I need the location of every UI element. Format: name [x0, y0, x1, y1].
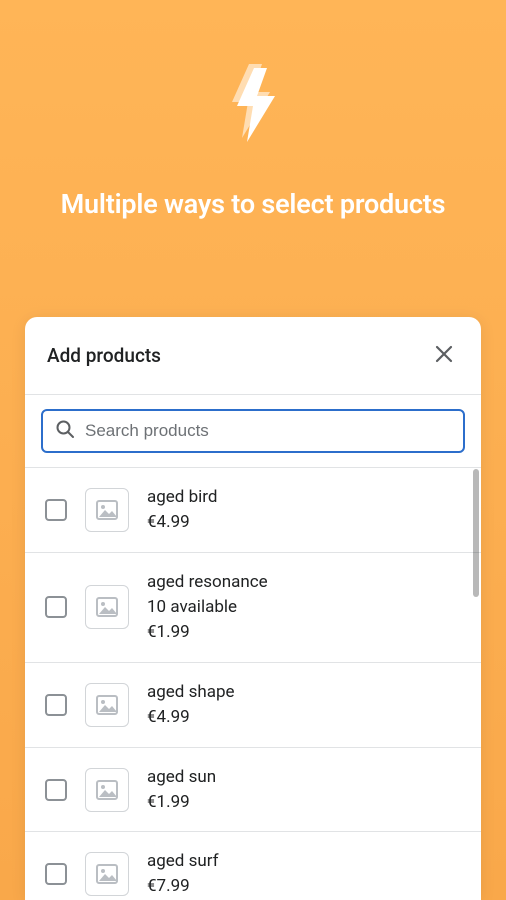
- product-price: €1.99: [147, 621, 268, 644]
- product-checkbox[interactable]: [45, 499, 67, 521]
- search-section: [25, 395, 481, 467]
- product-name: aged bird: [147, 486, 217, 509]
- product-row[interactable]: aged bird€4.99: [25, 467, 481, 552]
- hero-title: Multiple ways to select products: [0, 186, 506, 222]
- image-placeholder-icon: [85, 585, 129, 629]
- product-checkbox[interactable]: [45, 779, 67, 801]
- product-checkbox[interactable]: [45, 863, 67, 885]
- product-name: aged resonance: [147, 571, 268, 594]
- product-name: aged sun: [147, 766, 216, 789]
- product-info: aged sun€1.99: [147, 766, 216, 814]
- product-name: aged shape: [147, 681, 235, 704]
- product-availability: 10 available: [147, 596, 268, 619]
- image-placeholder-icon: [85, 852, 129, 896]
- product-info: aged surf€7.99: [147, 850, 219, 898]
- product-row[interactable]: aged sun€1.99: [25, 747, 481, 832]
- image-placeholder-icon: [85, 768, 129, 812]
- close-icon: [433, 353, 455, 368]
- search-input[interactable]: [85, 421, 451, 441]
- product-checkbox[interactable]: [45, 596, 67, 618]
- scrollbar-thumb[interactable]: [473, 469, 479, 597]
- add-products-modal: Add products aged bird€4.99aged resonanc…: [25, 317, 481, 900]
- lightning-icon: [224, 62, 282, 146]
- product-price: €1.99: [147, 791, 216, 814]
- product-row[interactable]: aged surf€7.99: [25, 831, 481, 900]
- image-placeholder-icon: [85, 488, 129, 532]
- close-button[interactable]: [429, 339, 459, 372]
- product-info: aged resonance10 available€1.99: [147, 571, 268, 644]
- product-price: €4.99: [147, 511, 217, 534]
- hero-section: Multiple ways to select products: [0, 0, 506, 262]
- product-row[interactable]: aged shape€4.99: [25, 662, 481, 747]
- search-icon: [55, 419, 75, 443]
- product-price: €4.99: [147, 706, 235, 729]
- product-checkbox[interactable]: [45, 694, 67, 716]
- modal-title: Add products: [47, 344, 161, 367]
- product-row[interactable]: aged resonance10 available€1.99: [25, 552, 481, 662]
- search-field[interactable]: [41, 409, 465, 453]
- modal-header: Add products: [25, 317, 481, 395]
- product-name: aged surf: [147, 850, 219, 873]
- product-info: aged shape€4.99: [147, 681, 235, 729]
- product-list: aged bird€4.99aged resonance10 available…: [25, 467, 481, 900]
- image-placeholder-icon: [85, 683, 129, 727]
- product-price: €7.99: [147, 875, 219, 898]
- product-info: aged bird€4.99: [147, 486, 217, 534]
